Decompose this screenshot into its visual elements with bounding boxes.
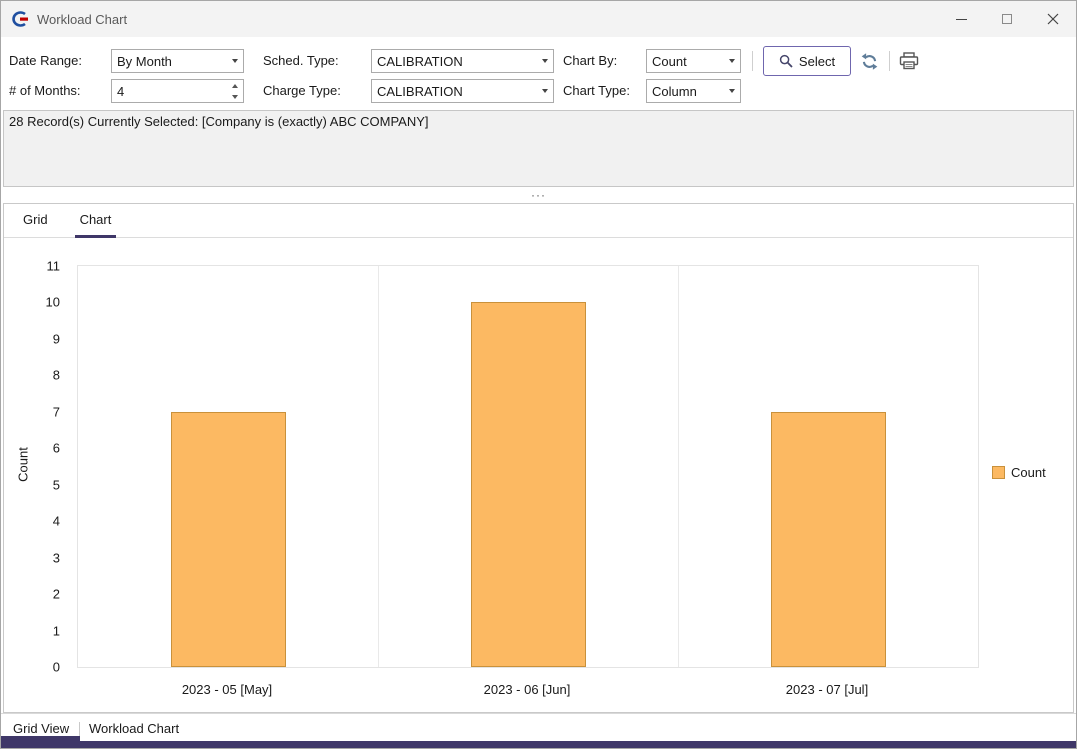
date-range-combobox[interactable]: By Month bbox=[111, 49, 244, 73]
refresh-button[interactable] bbox=[860, 52, 879, 71]
chevron-down-icon[interactable] bbox=[723, 89, 740, 93]
y-tick-label: 8 bbox=[4, 368, 60, 383]
chart-type-label: Chart Type: bbox=[563, 83, 630, 99]
legend-swatch bbox=[992, 466, 1005, 479]
bottom-tab-workload-chart[interactable]: Workload Chart bbox=[89, 721, 179, 736]
chevron-down-icon[interactable] bbox=[723, 59, 740, 63]
y-tick-label: 9 bbox=[4, 331, 60, 346]
num-months-spinner bbox=[111, 79, 244, 103]
num-months-label: # of Months: bbox=[9, 83, 81, 99]
y-tick-label: 11 bbox=[4, 259, 60, 274]
plot-area bbox=[77, 265, 979, 668]
printer-icon bbox=[899, 52, 919, 70]
chevron-up-icon bbox=[232, 84, 238, 88]
spinner-down-button[interactable] bbox=[227, 91, 243, 102]
toolbar-separator bbox=[752, 51, 753, 71]
chart-type-value: Column bbox=[647, 84, 723, 99]
maximize-button[interactable] bbox=[984, 1, 1030, 37]
tab-grid[interactable]: Grid bbox=[18, 204, 53, 238]
spinner-up-button[interactable] bbox=[227, 80, 243, 91]
bottom-tab-bar: Grid View Workload Chart bbox=[1, 713, 1076, 748]
toolbar: Date Range: By Month Sched. Type: CALIBR… bbox=[1, 37, 1076, 110]
minimize-button[interactable] bbox=[938, 1, 984, 37]
sched-type-combobox[interactable]: CALIBRATION bbox=[371, 49, 554, 73]
sched-type-label: Sched. Type: bbox=[263, 53, 339, 69]
print-button[interactable] bbox=[899, 52, 919, 70]
num-months-input[interactable] bbox=[112, 80, 227, 102]
y-tick-label: 4 bbox=[4, 514, 60, 529]
minimize-icon bbox=[956, 19, 967, 20]
x-category-label: 2023 - 05 [May] bbox=[77, 682, 377, 697]
y-axis-ticks: 11109876543210 bbox=[4, 266, 68, 667]
chevron-down-icon[interactable] bbox=[536, 59, 553, 63]
splitter-grip-icon: ··· bbox=[531, 191, 546, 199]
maximize-icon bbox=[1002, 14, 1012, 24]
toolbar-separator bbox=[889, 51, 890, 71]
spinner-arrows bbox=[227, 80, 243, 102]
y-tick-label: 0 bbox=[4, 660, 60, 675]
legend-label: Count bbox=[1011, 465, 1046, 480]
x-category-label: 2023 - 07 [Jul] bbox=[677, 682, 977, 697]
search-icon bbox=[779, 54, 793, 68]
chart-type-combobox[interactable]: Column bbox=[646, 79, 741, 103]
chart-by-combobox[interactable]: Count bbox=[646, 49, 741, 73]
y-tick-label: 5 bbox=[4, 477, 60, 492]
charge-type-combobox[interactable]: CALIBRATION bbox=[371, 79, 554, 103]
chart-bar[interactable] bbox=[171, 412, 286, 667]
main-panel: Grid Chart Count 11109876543210 2023 - 0… bbox=[3, 203, 1074, 713]
sched-type-value: CALIBRATION bbox=[372, 54, 536, 69]
workload-chart-window: Workload Chart Date Range: By Month Sche… bbox=[0, 0, 1077, 749]
gridline-vertical bbox=[678, 266, 679, 667]
charge-type-value: CALIBRATION bbox=[372, 84, 536, 99]
window-controls bbox=[938, 1, 1076, 37]
tab-chart[interactable]: Chart bbox=[75, 204, 117, 238]
date-range-value: By Month bbox=[112, 54, 226, 69]
view-tabs: Grid Chart bbox=[4, 204, 1073, 238]
select-button[interactable]: Select bbox=[763, 46, 851, 76]
y-tick-label: 6 bbox=[4, 441, 60, 456]
splitter-handle[interactable]: ··· bbox=[1, 187, 1076, 203]
chart-legend: Count bbox=[992, 465, 1046, 480]
chart-bar[interactable] bbox=[771, 412, 886, 667]
chevron-down-icon[interactable] bbox=[226, 59, 243, 63]
x-category-label: 2023 - 06 [Jun] bbox=[377, 682, 677, 697]
selection-status-box: 28 Record(s) Currently Selected: [Compan… bbox=[3, 110, 1074, 187]
chart-by-value: Count bbox=[647, 54, 723, 69]
x-axis-labels: 2023 - 05 [May]2023 - 06 [Jun]2023 - 07 … bbox=[77, 682, 979, 702]
title-bar: Workload Chart bbox=[1, 1, 1076, 37]
gridline-vertical bbox=[378, 266, 379, 667]
window-title: Workload Chart bbox=[37, 12, 127, 27]
close-button[interactable] bbox=[1030, 1, 1076, 37]
y-tick-label: 3 bbox=[4, 550, 60, 565]
chart-area: Count 11109876543210 2023 - 05 [May]2023… bbox=[4, 239, 1073, 712]
y-tick-label: 1 bbox=[4, 623, 60, 638]
chart-bar[interactable] bbox=[471, 302, 586, 667]
date-range-label: Date Range: bbox=[9, 53, 82, 69]
close-icon bbox=[1047, 13, 1059, 25]
bottom-tab-grid-view[interactable]: Grid View bbox=[13, 721, 69, 736]
chart-by-label: Chart By: bbox=[563, 53, 617, 69]
app-icon bbox=[11, 11, 29, 27]
y-tick-label: 7 bbox=[4, 404, 60, 419]
select-button-label: Select bbox=[799, 54, 835, 69]
bottom-tab-separator bbox=[79, 722, 80, 737]
bottom-accent-strip bbox=[1, 741, 1076, 748]
y-tick-label: 2 bbox=[4, 587, 60, 602]
chevron-down-icon[interactable] bbox=[536, 89, 553, 93]
refresh-icon bbox=[860, 52, 879, 71]
charge-type-label: Charge Type: bbox=[263, 83, 341, 99]
y-tick-label: 10 bbox=[4, 295, 60, 310]
chevron-down-icon bbox=[232, 95, 238, 99]
